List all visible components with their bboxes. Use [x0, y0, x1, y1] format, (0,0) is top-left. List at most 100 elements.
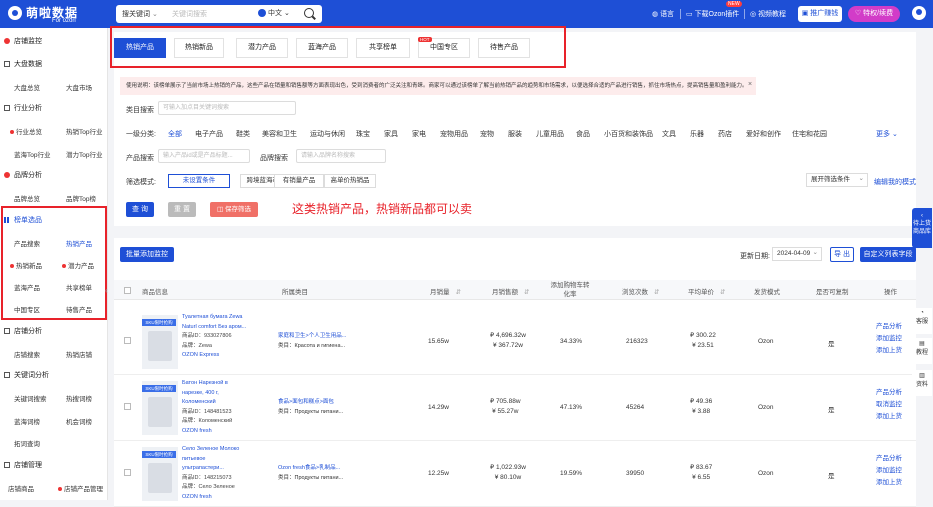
category-household[interactable]: 小百货和装饰品: [604, 129, 653, 139]
category-kids[interactable]: 儿童用品: [536, 129, 564, 139]
product-shop[interactable]: OZON fresh: [182, 493, 248, 503]
col-cart-conversion[interactable]: 添加购物车转化率: [550, 281, 590, 299]
sidebar-item-market-market[interactable]: 大盘市场: [66, 82, 92, 92]
category-home-garden[interactable]: 住宅和花园: [792, 129, 827, 139]
category-electronics[interactable]: 电子产品: [195, 129, 223, 139]
logo[interactable]: 萌啦数据 For ozon: [8, 4, 98, 24]
sidebar-item-blue-products[interactable]: 蓝海产品: [14, 282, 40, 292]
tab-pending-sale[interactable]: 待售产品: [478, 38, 530, 58]
sidebar-item-industry-overview[interactable]: 行业总览: [10, 126, 42, 136]
sidebar-item-shop-product-manage[interactable]: 店铺产品管理: [58, 483, 103, 493]
category-link[interactable]: Ozon fresh食品>乳制品...: [278, 463, 358, 473]
category-pet-supplies[interactable]: 宠物用品: [440, 129, 468, 139]
sidebar-item-pending-sale[interactable]: 待售产品: [66, 304, 92, 314]
product-analysis-link[interactable]: 产品分析: [876, 387, 902, 399]
sidebar-section-market[interactable]: 大盘数据: [4, 59, 42, 69]
tab-shared[interactable]: 共享榜单: [356, 38, 410, 58]
sidebar-item-expand-keywords[interactable]: 拓词查询: [14, 438, 40, 448]
sidebar-section-shop-analysis[interactable]: 店铺分析: [4, 326, 42, 336]
sidebar-item-product-search[interactable]: 产品搜索: [14, 238, 40, 248]
category-stationery[interactable]: 文具: [662, 129, 676, 139]
category-appliances[interactable]: 家电: [412, 129, 426, 139]
tutorial-button[interactable]: ▤ 教程: [912, 338, 932, 364]
promo-button[interactable]: ▣ 推广赚钱: [798, 6, 842, 22]
sidebar-item-blue-industry[interactable]: 蓝海Top行业: [14, 149, 50, 159]
materials-button[interactable]: ▥ 资料: [912, 370, 932, 396]
row-checkbox[interactable]: [124, 337, 131, 344]
sidebar-item-keyword-search[interactable]: 关键词搜索: [14, 393, 47, 403]
sidebar-item-market-overview[interactable]: 大盘总览: [14, 82, 40, 92]
customer-service-button[interactable]: ◔ 客服: [912, 308, 932, 334]
vip-button[interactable]: ♡ 特权/续费: [848, 6, 900, 22]
row-checkbox[interactable]: [124, 469, 131, 476]
sidebar-item-brand-top[interactable]: 品牌Top榜: [66, 193, 96, 203]
search-language-select[interactable]: 中文 ⌄: [258, 8, 290, 18]
close-icon[interactable]: ×: [748, 81, 752, 88]
custom-columns-button[interactable]: 自定义列表字段: [860, 247, 916, 262]
save-filter-button[interactable]: ◫ 保存筛选: [210, 202, 258, 217]
search-input[interactable]: 关键词搜索: [172, 9, 207, 19]
product-thumbnail[interactable]: SKU限时抢购: [142, 447, 178, 501]
mode-no-condition[interactable]: 未设置条件: [168, 174, 230, 188]
table-row[interactable]: SKU限时抢购 Село Зеленое Молоко питьевое уль…: [114, 441, 916, 507]
search-mode-select[interactable]: 搜关键词: [122, 9, 158, 19]
table-row[interactable]: SKU限时抢购 Батон Нарезной в нарезке, 400 г,…: [114, 375, 916, 441]
sidebar-collapse-icon[interactable]: ‹: [105, 286, 108, 295]
col-views[interactable]: 浏览次数 ⇵: [622, 286, 659, 296]
category-food[interactable]: 食品: [576, 129, 590, 139]
category-pets[interactable]: 宠物: [480, 129, 494, 139]
col-monthly-sales[interactable]: 月销量 ⇵: [430, 286, 461, 296]
category-shoes[interactable]: 鞋类: [236, 129, 250, 139]
sidebar-section-shop-manage[interactable]: 店铺管理: [4, 460, 42, 470]
category-jewelry[interactable]: 珠宝: [356, 129, 370, 139]
sidebar-item-opportunity-keywords[interactable]: 机会词榜: [66, 416, 92, 426]
sidebar-item-brand-overview[interactable]: 品牌总览: [14, 193, 40, 203]
product-shop[interactable]: OZON Express: [182, 351, 248, 361]
sidebar-item-hot-shops[interactable]: 热销店铺: [66, 349, 92, 359]
product-title[interactable]: Батон Нарезной в нарезке, 400 г, Коломен…: [182, 379, 248, 408]
sidebar-section-shop-monitor[interactable]: 店铺监控: [4, 36, 42, 46]
product-title[interactable]: Туалетная бумага Zewa Naturl comfort Без…: [182, 313, 248, 332]
update-date-select[interactable]: 2024-04-09: [772, 247, 822, 261]
col-monthly-revenue[interactable]: 月销售额 ⇵: [492, 286, 529, 296]
export-button[interactable]: 导 出: [830, 247, 854, 262]
product-title[interactable]: Село Зеленое Молоко питьевое ультрапасте…: [182, 445, 248, 474]
expand-filter-select[interactable]: 展开筛选条件: [806, 173, 868, 187]
sidebar-item-china-zone[interactable]: 中国专区: [14, 304, 40, 314]
sidebar-item-hot-keywords[interactable]: 热搜词榜: [66, 393, 92, 403]
product-shop[interactable]: OZON fresh: [182, 427, 248, 437]
product-thumbnail[interactable]: SKU限时抢购: [142, 315, 178, 369]
edit-my-mode-link[interactable]: 编辑我的模式: [874, 177, 916, 187]
tab-hot-products[interactable]: 热销产品: [114, 38, 166, 58]
add-monitor-link[interactable]: 添加监控: [876, 465, 902, 477]
category-beauty[interactable]: 美容和卫生: [262, 129, 297, 139]
product-analysis-link[interactable]: 产品分析: [876, 453, 902, 465]
sidebar-item-hot-new[interactable]: 热销新品: [10, 260, 42, 270]
sidebar-item-potential-industry[interactable]: 潜力Top行业: [66, 149, 102, 159]
sidebar-item-hot-products[interactable]: 热销产品: [66, 238, 92, 248]
sidebar-item-shop-goods[interactable]: 店铺商品: [6, 483, 34, 493]
sidebar-item-shop-search[interactable]: 店铺搜索: [14, 349, 40, 359]
table-row[interactable]: SKU限时抢购 Туалетная бумага Zewa Naturl com…: [114, 309, 916, 375]
sidebar-item-potential[interactable]: 潜力产品: [62, 260, 94, 270]
mode-high-price[interactable]: 高单价热销品: [324, 174, 376, 188]
category-hobbies[interactable]: 爱好和创作: [746, 129, 781, 139]
product-analysis-link[interactable]: 产品分析: [876, 321, 902, 333]
sidebar-section-keywords[interactable]: 关键词分析: [4, 370, 49, 380]
sidebar-item-shared-lists[interactable]: 共享榜单: [66, 282, 92, 292]
sidebar-item-hot-industry[interactable]: 热销Top行业: [66, 126, 102, 136]
sidebar-section-industry[interactable]: 行业分析: [4, 103, 42, 113]
category-instruments[interactable]: 乐器: [690, 129, 704, 139]
category-furniture[interactable]: 家具: [384, 129, 398, 139]
product-thumbnail[interactable]: SKU限时抢购: [142, 381, 178, 435]
category-search-input[interactable]: 可输入加点目关键词搜索: [158, 101, 296, 115]
add-monitor-link[interactable]: 添加监控: [876, 333, 902, 345]
sidebar-section-product-lists[interactable]: 榜单选品: [4, 215, 42, 225]
tab-blue-ocean[interactable]: 蓝海产品: [296, 38, 348, 58]
add-listing-link[interactable]: 添加上货: [876, 477, 902, 489]
mode-has-sales[interactable]: 有销量产品: [274, 174, 324, 188]
category-link[interactable]: 家庭和卫生>个人卫生用品...: [278, 331, 358, 341]
add-listing-link[interactable]: 添加上货: [876, 345, 902, 357]
tab-potential[interactable]: 潜力产品: [236, 38, 288, 58]
category-pharmacy[interactable]: 药店: [718, 129, 732, 139]
